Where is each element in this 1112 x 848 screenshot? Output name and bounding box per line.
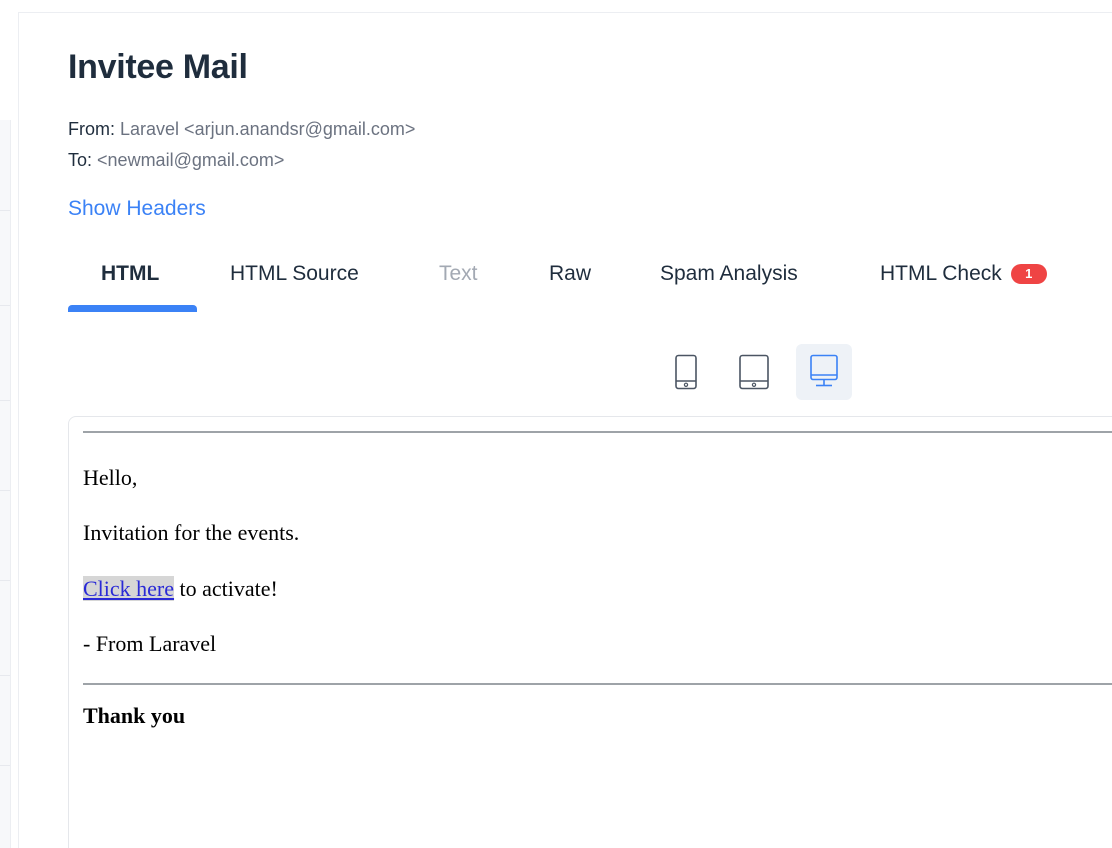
email-preview-frame: Hello, Invitation for the events. Click … — [68, 416, 1112, 848]
divider-top — [83, 431, 1112, 433]
card-top-border — [18, 12, 1112, 13]
activation-line: Click here to activate! — [83, 576, 278, 602]
mail-viewer-page: Invitee Mail From: Laravel <arjun.anands… — [0, 0, 1112, 848]
from-label: From: — [68, 119, 115, 139]
sidebar-edge — [0, 120, 11, 848]
to-value: <newmail@gmail.com> — [97, 150, 285, 170]
tab-label: Text — [439, 262, 478, 285]
tab-html-source[interactable]: HTML Source — [230, 250, 359, 298]
divider-bottom — [83, 683, 1112, 685]
body-line: Invitation for the events. — [83, 520, 300, 545]
tab-label: HTML Check — [880, 262, 1002, 285]
active-tab-indicator — [68, 305, 197, 312]
card-left-border — [18, 12, 19, 848]
tab-raw[interactable]: Raw — [549, 250, 591, 298]
html-check-count-badge: 1 — [1010, 264, 1047, 284]
desktop-view-button[interactable] — [796, 344, 852, 400]
desktop-icon — [810, 354, 838, 387]
page-title: Invitee Mail — [68, 48, 248, 86]
greeting-text: Hello, — [83, 465, 138, 490]
tab-text[interactable]: Text — [439, 250, 478, 298]
from-row: From: Laravel <arjun.anandsr@gmail.com> — [68, 119, 415, 140]
tablet-view-button[interactable] — [726, 344, 782, 400]
activation-suffix: to activate! — [174, 576, 278, 601]
from-value: Laravel <arjun.anandsr@gmail.com> — [120, 119, 416, 139]
tab-label: Raw — [549, 262, 592, 285]
to-row: To: <newmail@gmail.com> — [68, 150, 284, 171]
tablet-icon — [739, 354, 769, 390]
to-label: To: — [68, 150, 93, 170]
tab-spam-analysis[interactable]: Spam Analysis — [660, 250, 798, 298]
thanks-text: Thank you — [83, 703, 186, 728]
mobile-view-button[interactable] — [658, 344, 714, 400]
signoff-text: - From Laravel — [83, 631, 217, 656]
tab-html[interactable]: HTML — [101, 250, 159, 298]
view-tabs: HTML HTML Source Text Raw Spam Analysis … — [68, 250, 1112, 314]
tab-html-check[interactable]: HTML Check 1 — [880, 250, 1047, 298]
tab-label: HTML Source — [230, 262, 359, 285]
tab-label: Spam Analysis — [660, 262, 798, 285]
tab-label: HTML — [101, 262, 160, 285]
phone-icon — [675, 354, 697, 390]
activation-link[interactable]: Click here — [83, 576, 175, 601]
show-headers-link[interactable]: Show Headers — [68, 197, 206, 221]
